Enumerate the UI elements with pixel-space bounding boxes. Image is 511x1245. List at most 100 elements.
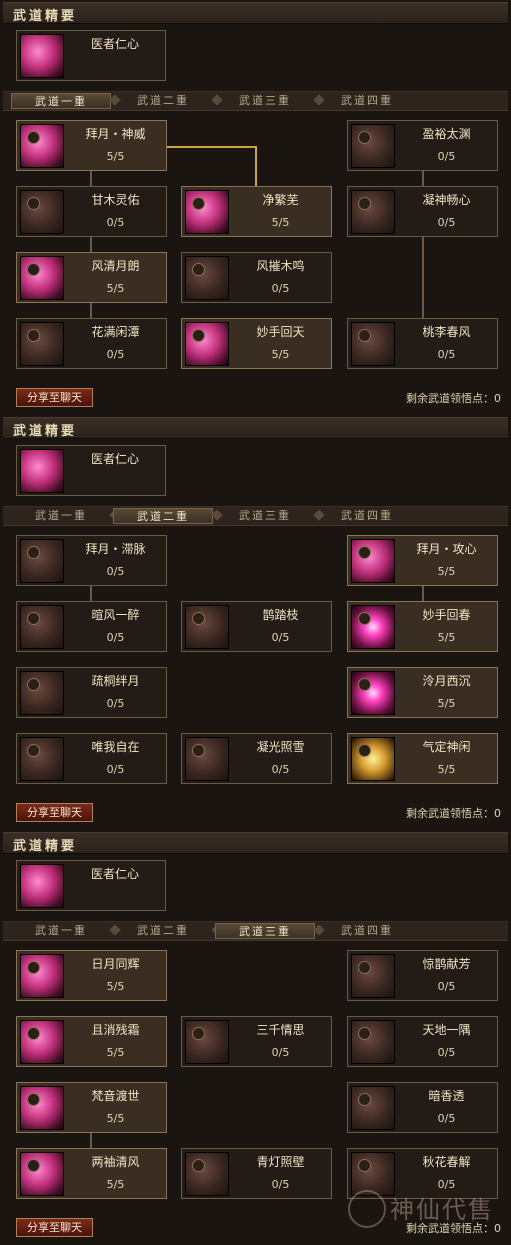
skill-card[interactable]: 桃李春风 0/5 [347, 318, 498, 369]
skill-card[interactable]: 花满闲潭 0/5 [16, 318, 167, 369]
skill-level: 5/5 [271, 216, 290, 229]
skill-icon [185, 256, 229, 300]
skill-name: 梵音渡世 [91, 1089, 140, 1103]
skill-name: 唯我自在 [91, 740, 140, 754]
watermark-logo-icon [348, 1190, 386, 1228]
skill-level: 0/5 [437, 1046, 456, 1059]
skill-badge-icon [358, 1159, 371, 1172]
skill-card[interactable]: 鹊踏枝 0/5 [181, 601, 332, 652]
tab-tier-2[interactable]: 武道二重 [113, 508, 213, 524]
skill-card[interactable]: 妙手回天 5/5 [181, 318, 332, 369]
skill-badge-icon [358, 678, 371, 691]
skill-card[interactable]: 暄风一醉 0/5 [16, 601, 167, 652]
skill-card[interactable]: 拜月・攻心 5/5 [347, 535, 498, 586]
tab-tier-4[interactable]: 武道四重 [317, 923, 417, 939]
skill-card[interactable]: 暗香透 0/5 [347, 1082, 498, 1133]
skill-card[interactable]: 日月同辉 5/5 [16, 950, 167, 1001]
share-to-chat-button[interactable]: 分享至聊天 [16, 1218, 93, 1237]
skill-icon [351, 539, 395, 583]
skill-icon [351, 322, 395, 366]
skill-badge-icon [27, 961, 40, 974]
panel-header: 武道精要 [3, 2, 508, 24]
tier-tabs: 武道一重 武道二重 武道三重 武道四重 [3, 91, 508, 111]
tab-tier-2[interactable]: 武道二重 [113, 93, 213, 109]
skill-card[interactable]: 净繁芜 5/5 [181, 186, 332, 237]
skill-level: 0/5 [271, 1178, 290, 1191]
skill-card[interactable]: 唯我自在 0/5 [16, 733, 167, 784]
skill-card[interactable]: 天地一隅 0/5 [347, 1016, 498, 1067]
connector-line [90, 171, 92, 186]
core-skill-icon [20, 449, 64, 493]
skill-icon [351, 124, 395, 168]
skill-badge-icon [358, 197, 371, 210]
skill-level: 5/5 [106, 1112, 125, 1125]
skill-card[interactable]: 且消残霜 5/5 [16, 1016, 167, 1067]
connector-line [90, 1133, 92, 1148]
core-skill-icon [20, 34, 64, 78]
skill-icon [20, 1020, 64, 1064]
skill-card[interactable]: 惊鹊献芳 0/5 [347, 950, 498, 1001]
core-skill-name: 医者仁心 [90, 867, 139, 881]
core-skill-name: 医者仁心 [90, 452, 139, 466]
skill-card[interactable]: 青灯照壁 0/5 [181, 1148, 332, 1199]
skill-icon [351, 605, 395, 649]
skill-icon [351, 1020, 395, 1064]
tab-tier-3[interactable]: 武道三重 [215, 923, 315, 939]
skill-name: 拜月・滞脉 [85, 542, 146, 556]
skill-card[interactable]: 梵音渡世 5/5 [16, 1082, 167, 1133]
tab-tier-1[interactable]: 武道一重 [11, 508, 111, 524]
skill-level: 0/5 [106, 697, 125, 710]
skill-card[interactable]: 凝光照雪 0/5 [181, 733, 332, 784]
tab-tier-4[interactable]: 武道四重 [317, 508, 417, 524]
skill-card[interactable]: 拜月・滞脉 0/5 [16, 535, 167, 586]
skill-badge-icon [192, 1027, 205, 1040]
skill-name: 暄风一醉 [91, 608, 140, 622]
skill-card[interactable]: 风清月朗 5/5 [16, 252, 167, 303]
skill-level: 5/5 [106, 980, 125, 993]
skill-card[interactable]: 两袖清风 5/5 [16, 1148, 167, 1199]
core-skill-card[interactable]: 医者仁心 [16, 445, 166, 496]
skill-level: 0/5 [271, 1046, 290, 1059]
skill-card[interactable]: 凝神畅心 0/5 [347, 186, 498, 237]
skill-icon [20, 124, 64, 168]
skill-icon [20, 671, 64, 715]
share-to-chat-button[interactable]: 分享至聊天 [16, 388, 93, 407]
tab-tier-1[interactable]: 武道一重 [11, 93, 111, 109]
skill-badge-icon [27, 1093, 40, 1106]
skill-card[interactable]: 拜月・神威 5/5 [16, 120, 167, 171]
skill-card[interactable]: 甘木灵佑 0/5 [16, 186, 167, 237]
skill-card[interactable]: 泠月西沉 5/5 [347, 667, 498, 718]
skill-name: 且消残霜 [91, 1023, 140, 1037]
connector-line [422, 586, 424, 601]
skill-card[interactable]: 风摧木鸣 0/5 [181, 252, 332, 303]
skill-level: 0/5 [106, 216, 125, 229]
skill-name: 风清月朗 [91, 259, 140, 273]
core-skill-card[interactable]: 医者仁心 [16, 30, 166, 81]
skill-name: 疏桐绊月 [91, 674, 140, 688]
skill-name: 秋花春解 [422, 1155, 471, 1169]
tab-tier-4[interactable]: 武道四重 [317, 93, 417, 109]
tab-tier-3[interactable]: 武道三重 [215, 93, 315, 109]
skill-name: 两袖清风 [91, 1155, 140, 1169]
tab-tier-1[interactable]: 武道一重 [11, 923, 111, 939]
skill-card[interactable]: 气定神闲 5/5 [347, 733, 498, 784]
skill-level: 5/5 [437, 763, 456, 776]
skill-icon [185, 737, 229, 781]
skill-badge-icon [27, 1027, 40, 1040]
core-skill-card[interactable]: 医者仁心 [16, 860, 166, 911]
skill-icon [351, 671, 395, 715]
skill-name: 鹊踏枝 [262, 608, 299, 622]
connector-line [90, 237, 92, 252]
panel-header-title: 武道精要 [13, 839, 78, 854]
skill-level: 0/5 [106, 348, 125, 361]
share-to-chat-button[interactable]: 分享至聊天 [16, 803, 93, 822]
tab-tier-2[interactable]: 武道二重 [113, 923, 213, 939]
skill-icon [185, 190, 229, 234]
skill-card[interactable]: 盈裕太渊 0/5 [347, 120, 498, 171]
skill-card[interactable]: 妙手回春 5/5 [347, 601, 498, 652]
skill-name: 拜月・神威 [85, 127, 146, 141]
skill-card[interactable]: 三千情思 0/5 [181, 1016, 332, 1067]
tab-tier-3[interactable]: 武道三重 [215, 508, 315, 524]
skill-card[interactable]: 疏桐绊月 0/5 [16, 667, 167, 718]
skill-level: 0/5 [437, 980, 456, 993]
